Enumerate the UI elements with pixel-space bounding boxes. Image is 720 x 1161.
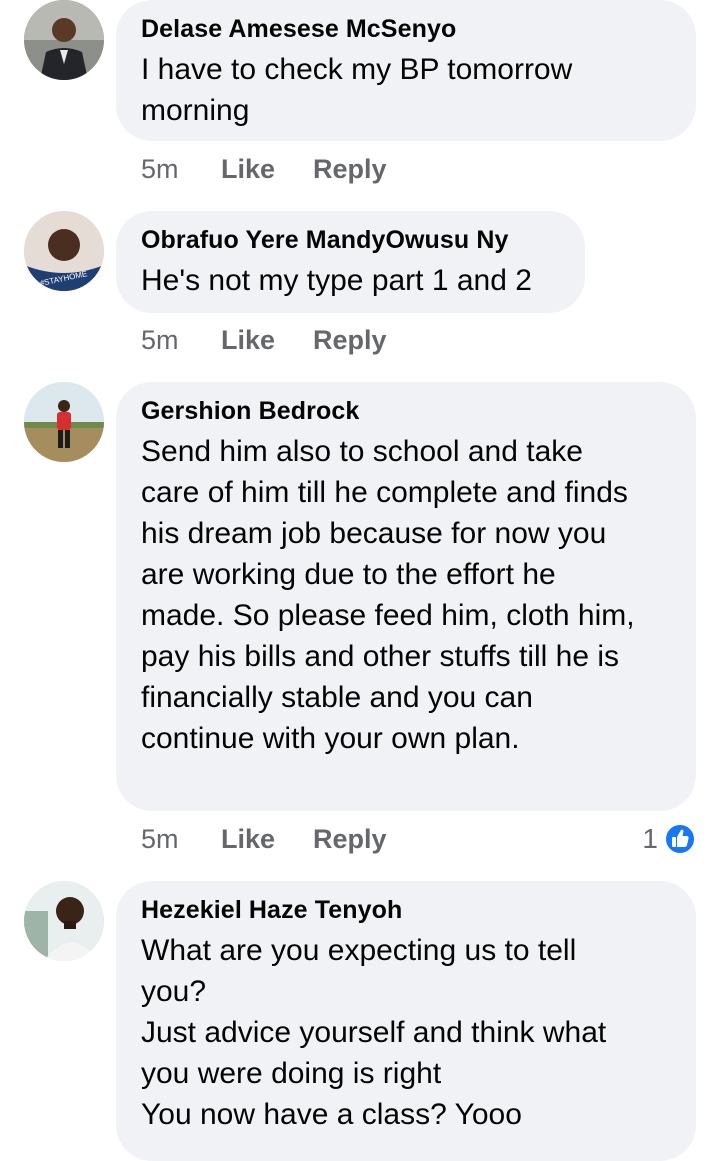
comment-author[interactable]: Obrafuo Yere MandyOwusu Ny [141, 225, 560, 255]
comment-author[interactable]: Delase Amesese McSenyo [141, 14, 671, 44]
comment-bubble: Hezekiel Haze Tenyoh What are you expect… [116, 881, 696, 1161]
comment-text: Send him also to school and take care of… [141, 435, 635, 755]
reply-button[interactable]: Reply [313, 322, 387, 358]
like-button[interactable]: Like [221, 821, 275, 857]
comment-timestamp[interactable]: 5m [141, 151, 179, 187]
comment-bubble: Delase Amesese McSenyo I have to check m… [116, 0, 696, 141]
comment-text: I have to check my BP tomorrow morning [141, 53, 573, 127]
reply-button[interactable]: Reply [313, 151, 387, 187]
comment-bubble: Obrafuo Yere MandyOwusu Ny He's not my t… [116, 211, 585, 313]
comment-bubble: Gershion Bedrock Send him also to school… [116, 382, 696, 811]
avatar[interactable] [24, 881, 104, 961]
like-button[interactable]: Like [221, 322, 275, 358]
reply-button[interactable]: Reply [313, 821, 387, 857]
reaction-count: 1 [642, 823, 658, 854]
comment-text: What are you expecting us to tell you? J… [141, 934, 607, 1131]
comment-text: He's not my type part 1 and 2 [141, 264, 532, 297]
like-button[interactable]: Like [221, 151, 275, 187]
comment-author[interactable]: Hezekiel Haze Tenyoh [141, 895, 671, 925]
like-thumb-icon [664, 823, 696, 855]
comment-timestamp[interactable]: 5m [141, 322, 179, 358]
avatar[interactable]: #STAYHOME [24, 211, 104, 291]
avatar[interactable] [24, 0, 104, 80]
reaction-summary[interactable]: 1 [642, 821, 696, 857]
comment-timestamp[interactable]: 5m [141, 821, 179, 857]
comment-author[interactable]: Gershion Bedrock [141, 396, 671, 426]
avatar[interactable] [24, 382, 104, 462]
